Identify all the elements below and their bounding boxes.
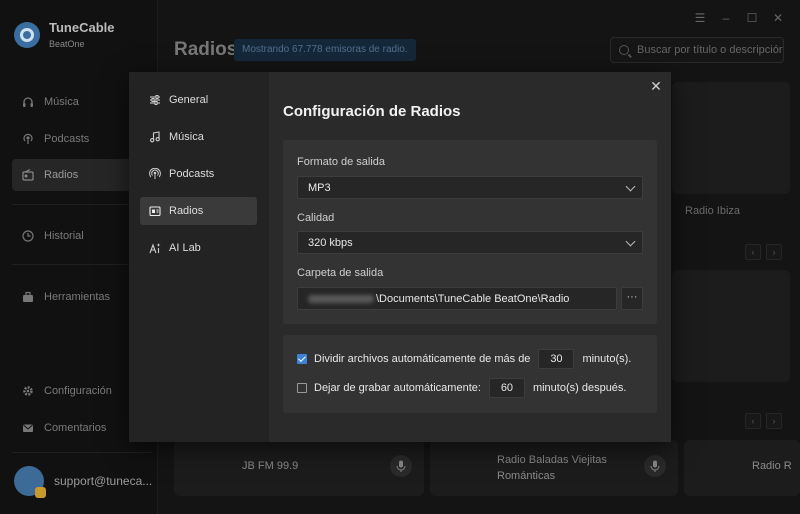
split-option-row: Dividir archivos automáticamente de más … (297, 349, 631, 369)
sidebar-item-label: Historial (44, 230, 84, 242)
radio-settings-dialog: General Música Podcasts Radios AI Lab ✕ … (129, 72, 671, 442)
chevron-down-icon (625, 236, 636, 247)
stop-recording-checkbox[interactable] (297, 383, 307, 393)
stop-recording-label: Dejar de grabar automáticamente: (314, 382, 481, 394)
settings-nav-label: Música (169, 131, 204, 143)
station-card[interactable] (672, 82, 790, 194)
headphones-icon (22, 96, 34, 108)
settings-nav-radios[interactable]: Radios (140, 197, 257, 225)
split-unit-label: minuto(s). (582, 353, 632, 365)
output-settings-panel: Formato de salida MP3 Calidad 320 kbps C… (283, 140, 657, 324)
user-email: support@tuneca... (54, 474, 153, 488)
sidebar-item-label: Podcasts (44, 133, 90, 145)
app-name: TuneCable (49, 20, 115, 35)
station-name: Radio Ibiza (685, 205, 741, 217)
station-count-badge: Mostrando 67.778 emisoras de radio. (234, 39, 416, 61)
settings-nav-podcasts[interactable]: Podcasts (140, 160, 257, 188)
brand: TuneCable BeatOne (14, 20, 115, 49)
toolbox-icon (22, 291, 34, 303)
settings-nav-label: General (169, 94, 209, 106)
microphone-icon[interactable] (390, 455, 412, 477)
user-account[interactable]: support@tuneca... (14, 466, 153, 498)
ai-icon (149, 242, 161, 254)
music-note-icon (149, 131, 161, 143)
prev-page-button[interactable]: ‹ (745, 244, 761, 260)
sidebar-item-label: Comentarios (44, 422, 107, 434)
settings-nav-label: Radios (169, 205, 204, 217)
browse-folder-button[interactable]: ··· (621, 287, 643, 310)
station-card[interactable] (672, 270, 790, 382)
stop-option-row: Dejar de grabar automáticamente: 60 minu… (297, 378, 626, 398)
quality-value: 320 kbps (308, 236, 353, 249)
clock-icon (22, 230, 34, 242)
podcast-icon (149, 168, 161, 180)
gear-icon (22, 385, 34, 397)
next-page-button[interactable]: › (766, 244, 782, 260)
page-title: Radios (174, 39, 238, 60)
settings-nav-general[interactable]: General (140, 86, 257, 114)
output-folder-field[interactable]: \Documents\TuneCable BeatOne\Radio (297, 287, 617, 310)
app-logo-icon (14, 21, 40, 48)
sidebar-item-label: Configuración (44, 385, 112, 397)
podcast-icon (22, 133, 34, 145)
sidebar-item-label: Música (44, 96, 79, 108)
avatar (14, 466, 46, 498)
quality-label: Calidad (297, 212, 335, 224)
split-minutes-input[interactable]: 30 (538, 349, 575, 369)
settings-nav-ai-lab[interactable]: AI Lab (140, 234, 257, 262)
station-name: Radio Baladas Viejitas Románticas (497, 454, 607, 482)
stop-unit-label: minuto(s) después. (532, 382, 627, 394)
recording-options-panel: Dividir archivos automáticamente de más … (283, 335, 657, 413)
stop-minutes-input[interactable]: 60 (488, 378, 525, 398)
search-icon (619, 45, 629, 55)
radio-icon (22, 169, 34, 181)
split-files-checkbox[interactable] (297, 354, 307, 364)
station-name: JB FM 99.9 (242, 460, 299, 472)
output-folder-label: Carpeta de salida (297, 267, 384, 279)
output-folder-value: \Documents\TuneCable BeatOne\Radio (376, 292, 570, 305)
sidebar-item-label: Herramientas (44, 291, 111, 303)
minimize-icon[interactable]: – (718, 10, 734, 26)
station-row[interactable]: Radio Baladas Viejitas Románticas (430, 440, 678, 496)
search-input[interactable] (637, 44, 783, 56)
sliders-icon (149, 94, 161, 106)
chevron-down-icon (625, 181, 636, 192)
settings-nav-label: AI Lab (169, 242, 201, 254)
mail-icon (22, 422, 34, 434)
app-subtitle: BeatOne (49, 39, 85, 49)
search-box[interactable] (610, 37, 784, 63)
prev-page-button[interactable]: ‹ (745, 413, 761, 429)
radio-icon (149, 205, 161, 217)
output-format-value: MP3 (308, 181, 331, 194)
menu-icon[interactable]: ☰ (692, 10, 708, 26)
dialog-title: Configuración de Radios (283, 103, 461, 120)
window-close-icon[interactable]: ✕ (770, 10, 786, 26)
divider (12, 452, 152, 453)
output-format-select[interactable]: MP3 (297, 176, 643, 199)
settings-nav: General Música Podcasts Radios AI Lab (129, 72, 269, 442)
next-page-button[interactable]: › (766, 413, 782, 429)
settings-nav-music[interactable]: Música (140, 123, 257, 151)
split-files-label: Dividir archivos automáticamente de más … (314, 353, 531, 365)
station-row[interactable]: Radio R (684, 440, 800, 496)
output-format-label: Formato de salida (297, 156, 386, 168)
close-dialog-button[interactable]: ✕ (648, 78, 664, 94)
maximize-icon[interactable]: ☐ (744, 10, 760, 26)
redacted-username (308, 294, 374, 303)
sidebar-item-label: Radios (44, 169, 79, 181)
microphone-icon[interactable] (644, 455, 666, 477)
settings-nav-label: Podcasts (169, 168, 215, 180)
quality-select[interactable]: 320 kbps (297, 231, 643, 254)
station-name: Radio R (752, 460, 792, 472)
station-row[interactable]: JB FM 99.9 (174, 440, 424, 496)
